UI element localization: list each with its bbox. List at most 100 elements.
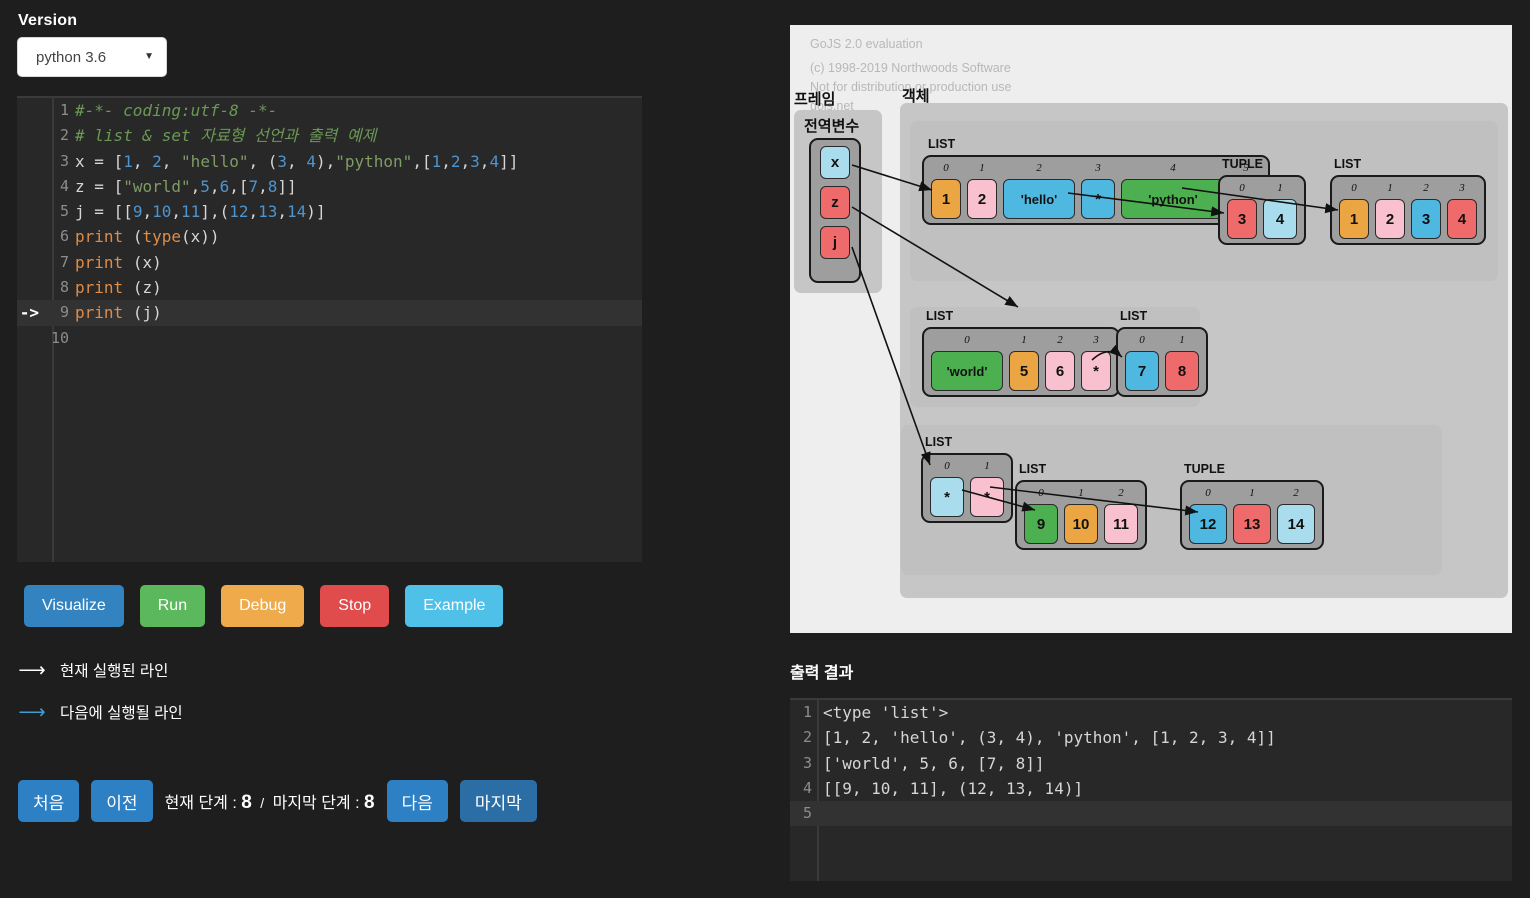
line-number: 8 <box>59 278 69 297</box>
structure-cell[interactable]: 'python' <box>1121 179 1225 219</box>
legend-next-line: ⟶ 다음에 실행될 라인 <box>18 697 183 727</box>
code-line[interactable]: 1 #-*- coding:utf-8 -*- <box>17 98 642 123</box>
structure-cell[interactable]: 2 <box>967 179 997 219</box>
cell-index: 1 <box>1249 487 1255 499</box>
cell-index: 0 <box>1351 182 1357 194</box>
legend-next-label: 다음에 실행될 라인 <box>60 705 183 722</box>
structure-cell[interactable]: 14 <box>1277 504 1315 544</box>
line-number: 7 <box>59 252 69 271</box>
code-line[interactable]: 6 print (type(x)) <box>17 224 642 249</box>
structure-type-label: LIST <box>1120 309 1148 323</box>
example-button[interactable]: Example <box>405 585 504 627</box>
step-status: 현재 단계 : 8 / 마지막 단계 : 8 <box>165 789 375 814</box>
structure-cell[interactable]: 7 <box>1125 351 1159 391</box>
structure-cell[interactable]: 11 <box>1104 504 1138 544</box>
legend-current-line: ⟶ 현재 실행된 라인 <box>18 655 168 685</box>
cell-index: 1 <box>1078 487 1084 499</box>
structure-cell[interactable]: 'world' <box>931 351 1003 391</box>
structure-cell[interactable]: 2 <box>1375 199 1405 239</box>
code-line[interactable]: 5 j = [[9,10,11],(12,13,14)] <box>17 199 642 224</box>
left-panel: Version python 3.6 ▼ 1 #-*- coding:utf-8 … <box>0 0 660 898</box>
line-number: 1 <box>59 101 69 119</box>
cell-index: 3 <box>1093 334 1099 346</box>
cell-index: 1 <box>979 162 985 174</box>
cell-index: 1 <box>984 460 990 472</box>
app-root: Version python 3.6 ▼ 1 #-*- coding:utf-8 … <box>0 0 1530 898</box>
structure-cell[interactable]: 4 <box>1447 199 1477 239</box>
structure-cell[interactable]: 3 <box>1227 199 1257 239</box>
output-line-list: 1 <type 'list'> 2 [1, 2, 'hello', (3, 4), '… <box>790 700 1512 827</box>
output-line: 3 ['world', 5, 6, [7, 8]] <box>790 751 1512 776</box>
action-button-row: Visualize Run Debug Stop Example <box>24 585 504 627</box>
cell-index: 2 <box>1118 487 1124 499</box>
variable-cell-x[interactable]: x <box>820 146 850 179</box>
cell-index: 1 <box>1021 334 1027 346</box>
code-line[interactable]: 2 # list & set 자료형 선언과 출력 예제 <box>17 123 642 148</box>
structure-cell[interactable]: 10 <box>1064 504 1098 544</box>
structure-cell[interactable]: 3 <box>1411 199 1441 239</box>
chevron-down-icon: ▼ <box>144 51 154 62</box>
structure-cell[interactable]: * <box>930 477 964 517</box>
step-next-button[interactable]: 다음 <box>386 780 448 822</box>
cell-index: 1 <box>1277 182 1283 194</box>
code-line[interactable]: 10 <box>17 326 642 351</box>
output-line: 2 [1, 2, 'hello', (3, 4), 'python', [1, 2… <box>790 725 1512 750</box>
visualize-button[interactable]: Visualize <box>24 585 124 627</box>
structure-cell[interactable]: 13 <box>1233 504 1271 544</box>
output-line-number: 1 <box>802 703 812 721</box>
arrow-right-icon: ⟶ <box>18 701 46 723</box>
code-line[interactable]: 8 print (z) <box>17 275 642 300</box>
version-select[interactable]: python 3.6 ▼ <box>17 37 167 77</box>
line-code: print (z) <box>75 278 162 298</box>
structure-cell[interactable]: 5 <box>1009 351 1039 391</box>
line-code: print (j) <box>75 303 162 323</box>
structure-cell[interactable]: 9 <box>1024 504 1058 544</box>
globals-label: 전역변수 <box>804 118 860 135</box>
line-code: x = [1, 2, "hello", (3, 4),"python",[1,2… <box>75 151 519 171</box>
legend-current-label: 현재 실행된 라인 <box>60 663 169 680</box>
step-prev-button[interactable]: 이전 <box>91 780 153 822</box>
output-line-text: ['world', 5, 6, [7, 8]] <box>823 753 1045 773</box>
line-number: 6 <box>59 227 69 246</box>
code-line[interactable]: -> 9 print (j) <box>17 300 642 326</box>
structure-type-label: TUPLE <box>1222 157 1263 171</box>
line-number: 5 <box>59 202 69 221</box>
structure-cell[interactable]: 8 <box>1165 351 1199 391</box>
structure-cell[interactable]: * <box>1081 179 1115 219</box>
variable-cell-j[interactable]: j <box>820 226 850 259</box>
debug-button[interactable]: Debug <box>221 585 305 627</box>
cell-index: 0 <box>944 460 950 472</box>
output-line-text: [[9, 10, 11], (12, 13, 14)] <box>823 778 1084 798</box>
output-console[interactable]: 1 <type 'list'> 2 [1, 2, 'hello', (3, 4), '… <box>790 698 1512 881</box>
structure-cell[interactable]: 'hello' <box>1003 179 1075 219</box>
output-line-number: 2 <box>802 728 812 747</box>
cell-index: 2 <box>1423 182 1429 194</box>
structure-cell[interactable]: 6 <box>1045 351 1075 391</box>
code-editor[interactable]: 1 #-*- coding:utf-8 -*- 2 # list & set 자료형 … <box>17 96 642 562</box>
structure-cell[interactable]: * <box>970 477 1004 517</box>
watermark-line-1: GoJS 2.0 evaluation <box>810 37 923 51</box>
code-line[interactable]: 7 print (x) <box>17 250 642 275</box>
stop-button[interactable]: Stop <box>320 585 390 627</box>
code-line[interactable]: 3 x = [1, 2, "hello", (3, 4),"python",[1,… <box>17 149 642 174</box>
cell-index: 1 <box>1387 182 1393 194</box>
code-line[interactable]: 4 z = ["world",5,6,[7,8]] <box>17 174 642 199</box>
cell-index: 0 <box>1139 334 1145 346</box>
structure-cell[interactable]: 12 <box>1189 504 1227 544</box>
output-line: 5 <box>790 801 1512 827</box>
step-current-value: 8 <box>241 791 252 813</box>
structure-cell[interactable]: 4 <box>1263 199 1297 239</box>
output-line-number: 3 <box>802 753 812 772</box>
frame-label: 프레임 <box>794 91 836 108</box>
visualization-panel[interactable]: GoJS 2.0 evaluation (c) 1998-2019 Northw… <box>790 25 1512 633</box>
variable-cell-z[interactable]: z <box>820 186 850 219</box>
structure-cell[interactable]: * <box>1081 351 1111 391</box>
run-button[interactable]: Run <box>139 585 206 627</box>
structure-cell[interactable]: 1 <box>931 179 961 219</box>
step-last-button[interactable]: 마지막 <box>459 780 537 822</box>
cell-index: 1 <box>1179 334 1185 346</box>
code-line-list: 1 #-*- coding:utf-8 -*- 2 # list & set 자료형 … <box>17 98 642 351</box>
step-first-button[interactable]: 처음 <box>18 780 80 822</box>
structure-cell[interactable]: 1 <box>1339 199 1369 239</box>
